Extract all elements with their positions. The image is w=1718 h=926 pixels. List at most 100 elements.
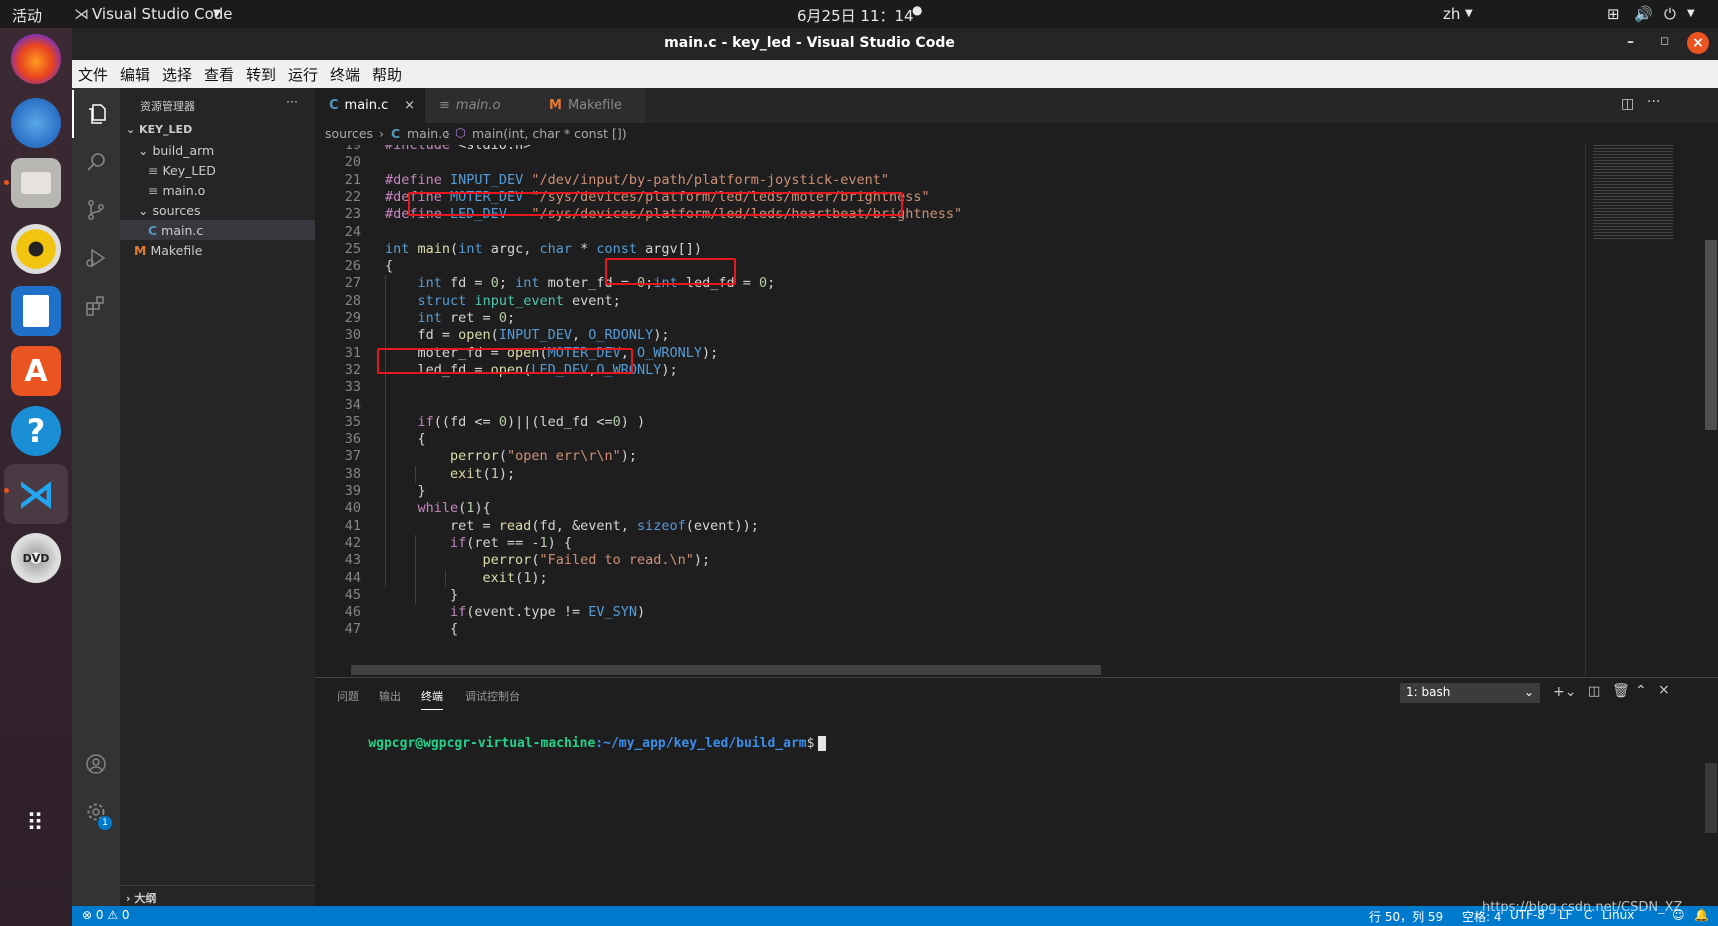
code-line[interactable]: {: [385, 621, 458, 637]
panel-tab-output[interactable]: 输出: [379, 688, 401, 704]
trash-icon[interactable]: 🗑: [1612, 683, 1630, 699]
close-panel-icon[interactable]: ×: [1658, 682, 1670, 698]
split-editor-icon[interactable]: ◫: [1621, 96, 1634, 112]
tree-item-build-arm[interactable]: ⌄ build_arm: [138, 143, 214, 158]
panel-tab-terminal[interactable]: 终端: [421, 688, 443, 710]
source-control-icon[interactable]: [72, 186, 120, 234]
horizontal-scrollbar[interactable]: [351, 665, 1101, 675]
breadcrumb-symbol[interactable]: main(int, char * const []): [472, 126, 627, 141]
panel-tab-debug-console[interactable]: 调试控制台: [465, 688, 520, 704]
tab-makefile[interactable]: M Makefile: [535, 88, 645, 123]
vscode-dock-icon[interactable]: ⋊: [4, 464, 68, 524]
code-line[interactable]: fd = open(INPUT_DEV, O_RDONLY);: [385, 327, 670, 343]
code-line[interactable]: }: [385, 587, 458, 603]
tree-item-sources[interactable]: ⌄ sources: [138, 203, 200, 218]
menu-terminal[interactable]: 终端: [330, 64, 360, 85]
clock[interactable]: 6月25日 11：14: [797, 5, 914, 26]
feedback-icon[interactable]: ☺: [1672, 908, 1685, 922]
explorer-icon[interactable]: [72, 90, 120, 138]
menu-view[interactable]: 查看: [204, 64, 234, 85]
code-line[interactable]: #define INPUT_DEV "/dev/input/by-path/pl…: [385, 172, 889, 188]
code-line[interactable]: perror("open err\r\n");: [385, 448, 637, 464]
input-method[interactable]: zh: [1443, 5, 1460, 23]
network-icon[interactable]: ⊞: [1607, 5, 1620, 23]
accounts-icon[interactable]: [72, 740, 120, 788]
libreoffice-writer-icon[interactable]: [11, 286, 61, 336]
function-symbol-icon: ⬡: [455, 125, 466, 140]
folder-root-label: KEY_LED: [139, 123, 193, 136]
breadcrumb-file[interactable]: main.c: [407, 126, 449, 141]
code-line[interactable]: #include <stdio.h>: [385, 145, 531, 153]
activities-button[interactable]: 活动: [12, 5, 42, 26]
code-line[interactable]: exit(1);: [385, 570, 548, 586]
terminal-scrollbar[interactable]: [1705, 763, 1717, 833]
tree-item-main-c[interactable]: C main.c: [148, 223, 203, 238]
tree-item-main-o[interactable]: ≡ main.o: [148, 183, 205, 198]
menu-selection[interactable]: 选择: [162, 64, 192, 85]
code-line[interactable]: if(ret == -1) {: [385, 535, 572, 551]
terminal-output[interactable]: wgpcgr@wgpcgr-virtual-machine:~/my_app/k…: [337, 721, 827, 766]
outline-section[interactable]: › 大纲: [120, 885, 315, 906]
tree-item-key-led[interactable]: ≡ Key_LED: [148, 163, 216, 178]
code-line[interactable]: while(1){: [385, 500, 491, 516]
line-number: 44: [344, 569, 361, 586]
search-icon[interactable]: [72, 138, 120, 186]
power-icon[interactable]: ⏻: [1664, 5, 1676, 23]
help-icon[interactable]: ?: [11, 406, 61, 456]
rhythmbox-icon[interactable]: [11, 224, 61, 274]
terminal-cursor: [818, 736, 827, 751]
extensions-icon[interactable]: [72, 282, 120, 330]
code-line[interactable]: if((fd <= 0)||(led_fd <=0) ): [385, 414, 646, 430]
volume-icon[interactable]: 🔊: [1634, 5, 1653, 23]
tab-main-o[interactable]: ≡ main.o: [425, 88, 535, 123]
ubuntu-software-icon[interactable]: A: [11, 346, 61, 396]
code-editor[interactable]: 19 20 21 22 23 24 25 26 27 28 29 30 31 32 33 34 35 36 37 38…: [315, 145, 1585, 677]
code-line[interactable]: int ret = 0;: [385, 310, 516, 326]
code-line[interactable]: if(event.type != EV_SYN): [385, 604, 645, 620]
split-terminal-icon[interactable]: ◫: [1588, 684, 1600, 699]
run-debug-icon[interactable]: [72, 234, 120, 282]
problems-status[interactable]: ⊗ 0 ⚠ 0: [82, 908, 130, 922]
close-icon[interactable]: ×: [404, 98, 415, 113]
minimize-button[interactable]: –: [1627, 34, 1634, 50]
manage-gear-icon[interactable]: 1: [72, 788, 120, 836]
menu-run[interactable]: 运行: [288, 64, 318, 85]
menu-go[interactable]: 转到: [246, 64, 276, 85]
highlight-box-led-dev: [408, 192, 903, 216]
files-icon[interactable]: [11, 158, 61, 208]
terminal-select[interactable]: 1: bash ⌄: [1400, 683, 1540, 703]
cursor-position[interactable]: 行 50，列 59: [1369, 908, 1443, 925]
code-line[interactable]: struct input_event event;: [385, 293, 621, 309]
code-line[interactable]: {: [385, 258, 393, 274]
app-menu[interactable]: Visual Studio Code: [92, 5, 233, 23]
chevron-up-icon[interactable]: ⌃: [1635, 683, 1647, 699]
minimap[interactable]: [1585, 145, 1718, 677]
breadcrumb-folder[interactable]: sources: [325, 126, 373, 141]
folder-root[interactable]: ⌄ KEY_LED: [126, 123, 192, 136]
code-line[interactable]: int main(int argc, char * const argv[]): [385, 241, 702, 257]
maximize-button[interactable]: ◻: [1660, 34, 1669, 47]
more-actions-button[interactable]: ···: [286, 94, 298, 109]
menu-help[interactable]: 帮助: [372, 64, 402, 85]
thunderbird-icon[interactable]: [11, 98, 61, 148]
dvd-icon[interactable]: DVD: [11, 533, 61, 583]
menu-file[interactable]: 文件: [78, 64, 108, 85]
code-line[interactable]: perror("Failed to read.\n");: [385, 552, 711, 568]
vertical-scrollbar[interactable]: [1705, 240, 1717, 430]
bell-icon[interactable]: 🔔: [1694, 908, 1709, 922]
panel-tab-problems[interactable]: 问题: [337, 688, 359, 704]
tab-main-c[interactable]: C main.c ×: [315, 88, 425, 123]
code-line[interactable]: exit(1);: [385, 466, 515, 482]
explorer-sidebar: 资源管理器 ··· ⌄ KEY_LED ⌄ build_arm ≡ Key_LE…: [120, 88, 315, 906]
code-line[interactable]: }: [385, 483, 426, 499]
code-line[interactable]: {: [385, 431, 426, 447]
firefox-icon[interactable]: [11, 34, 61, 84]
line-number: 42: [344, 534, 361, 551]
more-actions-icon[interactable]: ···: [1647, 94, 1660, 110]
show-applications-icon[interactable]: ⠿: [11, 798, 61, 848]
new-terminal-icon[interactable]: +⌄: [1553, 684, 1576, 700]
code-line[interactable]: ret = read(fd, &event, sizeof(event));: [385, 518, 759, 534]
tree-item-makefile[interactable]: M Makefile: [134, 243, 202, 258]
close-window-button[interactable]: ×: [1687, 32, 1709, 54]
menu-edit[interactable]: 编辑: [120, 64, 150, 85]
